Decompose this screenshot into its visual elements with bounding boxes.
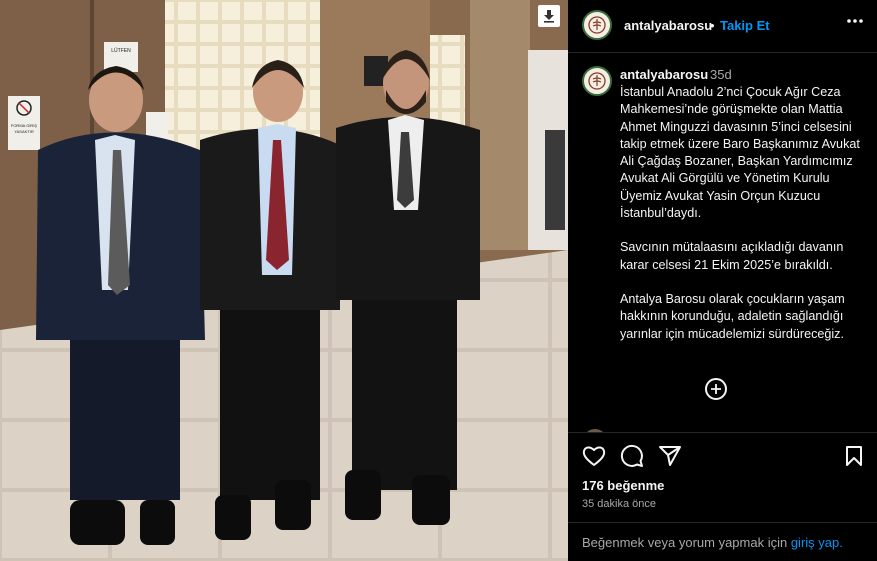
login-prompt-text: Beğenmek veya yorum yapmak için bbox=[582, 535, 788, 550]
more-options-button[interactable] bbox=[846, 12, 864, 35]
comment-button[interactable] bbox=[620, 444, 644, 473]
heart-icon bbox=[582, 446, 606, 466]
send-icon bbox=[659, 446, 681, 466]
sign-text: YASAKTIR bbox=[14, 129, 34, 134]
share-button[interactable] bbox=[658, 445, 682, 472]
caption-paragraph: İstanbul Anadolu 2’nci Çocuk Ağır Ceza M… bbox=[620, 85, 860, 221]
post-time[interactable]: 35 dakika önce bbox=[582, 498, 656, 510]
caption-timestamp[interactable]: 35d bbox=[710, 67, 732, 82]
bookmark-icon bbox=[846, 446, 862, 466]
comment-icon bbox=[620, 444, 643, 467]
separator-dot: • bbox=[710, 18, 715, 33]
like-button[interactable] bbox=[582, 445, 606, 472]
post-sidebar: antalyabarosu • Takip Et antalyabarosu 3… bbox=[568, 0, 877, 561]
caption-paragraph: Savcının mütalaasını açıkladığı davanın … bbox=[620, 240, 844, 272]
plus-circle-icon bbox=[711, 384, 721, 394]
bar-logo-icon bbox=[588, 16, 606, 34]
sign-text: FORMA GİRİŞ bbox=[11, 123, 38, 128]
likes-count[interactable]: 176 beğenme bbox=[582, 478, 664, 493]
avatar[interactable] bbox=[582, 10, 612, 40]
save-button[interactable] bbox=[844, 445, 864, 472]
login-link[interactable]: giriş yap. bbox=[791, 535, 843, 550]
caption-avatar[interactable] bbox=[582, 66, 612, 96]
divider bbox=[568, 522, 877, 523]
bar-logo-icon bbox=[588, 72, 606, 90]
follow-button[interactable]: Takip Et bbox=[720, 18, 770, 33]
download-button[interactable] bbox=[538, 5, 560, 27]
photo-scene: FORMA GİRİŞ YASAKTIR LÜTFEN bbox=[0, 0, 568, 561]
more-icon bbox=[847, 19, 863, 23]
download-icon bbox=[544, 10, 554, 23]
login-prompt: Beğenmek veya yorum yapmak için giriş ya… bbox=[582, 535, 843, 550]
divider bbox=[568, 432, 877, 433]
caption-username[interactable]: antalyabarosu bbox=[620, 67, 708, 82]
load-more-comments-button[interactable] bbox=[705, 378, 727, 400]
post-username[interactable]: antalyabarosu bbox=[624, 18, 712, 33]
caption-paragraph: Antalya Barosu olarak çocukların yaşam h… bbox=[620, 291, 845, 341]
caption-text: İstanbul Anadolu 2’nci Çocuk Ağır Ceza M… bbox=[620, 84, 868, 360]
post-header: antalyabarosu • Takip Et bbox=[568, 0, 877, 53]
post-photo[interactable]: FORMA GİRİŞ YASAKTIR LÜTFEN bbox=[0, 0, 568, 561]
sign-text: LÜTFEN bbox=[111, 47, 131, 54]
